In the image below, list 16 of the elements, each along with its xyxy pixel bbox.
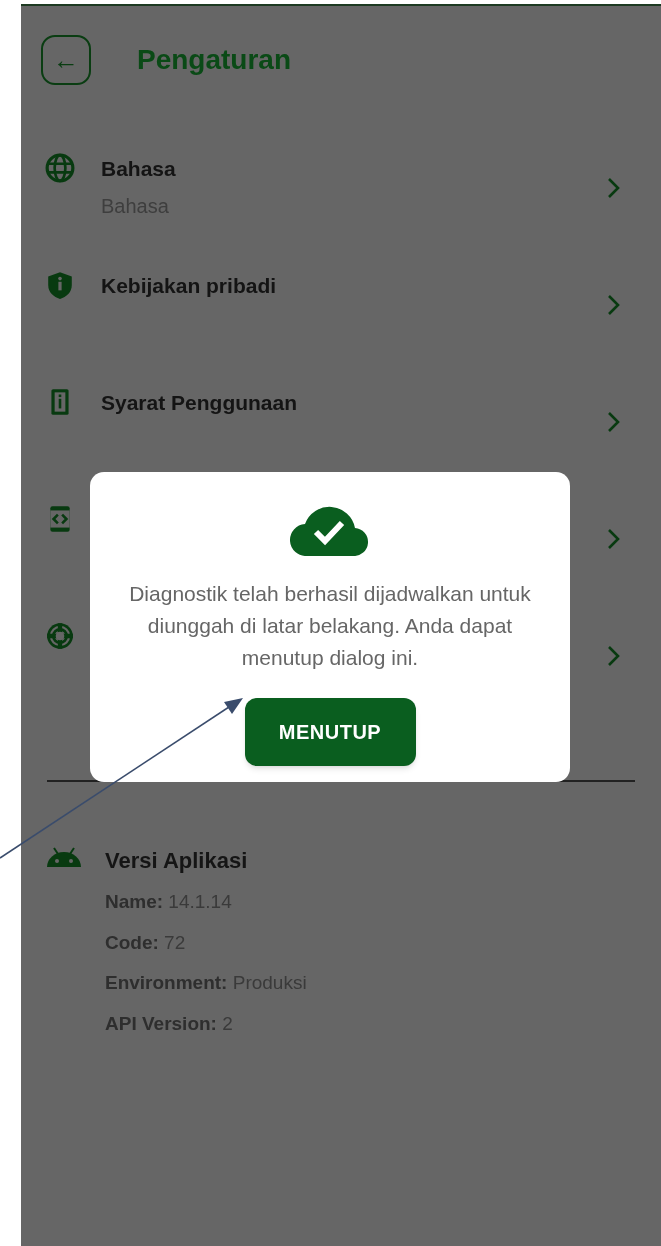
chevron-icon (607, 645, 621, 667)
close-button[interactable]: MENUTUP (244, 698, 416, 766)
page-title: Pengaturan (137, 43, 292, 77)
android-icon (45, 846, 83, 868)
chevron-icon (607, 528, 621, 550)
shield-icon (45, 270, 75, 300)
globe-icon (45, 153, 75, 183)
lifebuoy-icon (45, 621, 75, 651)
item-title: Syarat Penggunaan (101, 390, 299, 416)
chevron-icon (607, 177, 621, 199)
chevron-icon (607, 411, 621, 433)
item-title: Bahasa (101, 156, 177, 182)
version-title: Versi Aplikasi (105, 847, 249, 875)
chevron-icon (607, 294, 621, 316)
item-title: Kebijakan pribadi (101, 273, 278, 299)
dialog-message: Diagnostik telah berhasil dijadwalkan untuk diunggah di latar belakang. Anda dapat menutup dialog ini. (128, 581, 532, 671)
